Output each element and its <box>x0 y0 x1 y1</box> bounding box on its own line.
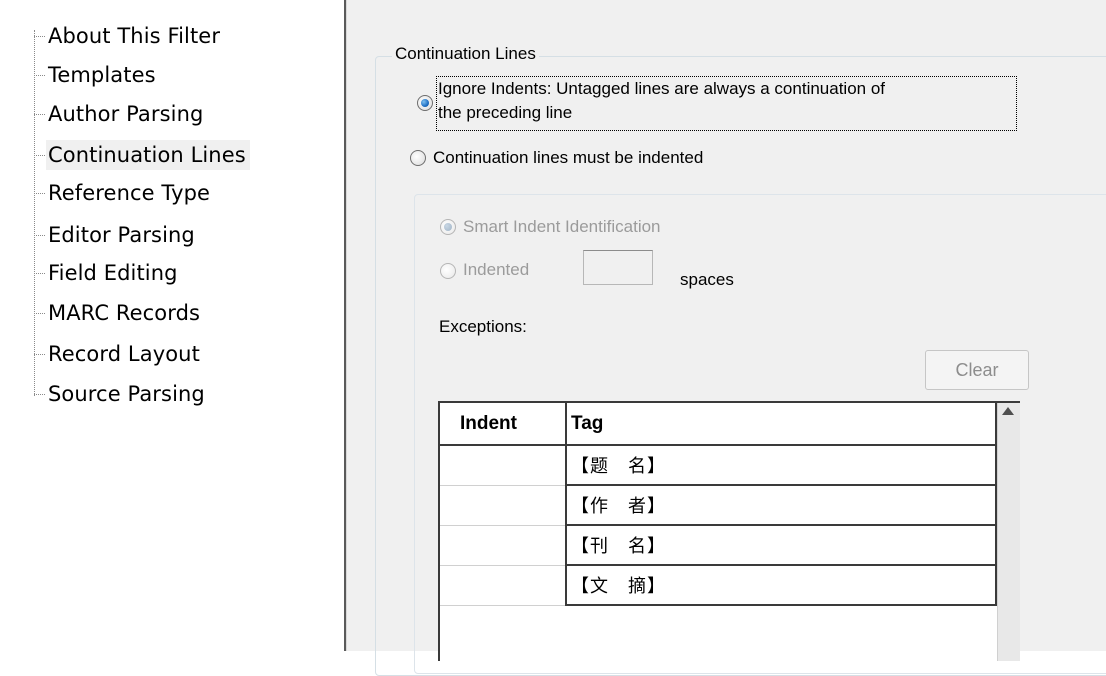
indented-label[interactable]: Indented <box>463 258 529 282</box>
group-title: Continuation Lines <box>392 43 539 65</box>
tree-item-editor-parsing[interactable]: Editor Parsing <box>34 220 199 250</box>
tag-cell[interactable]: 【题 名】 <box>566 445 997 486</box>
continuation-indented-radio[interactable] <box>410 150 426 166</box>
tag-cell[interactable]: 【作 者】 <box>566 485 997 526</box>
tree-item-label: Source Parsing <box>48 382 205 406</box>
continuation-indented-label[interactable]: Continuation lines must be indented <box>433 146 703 170</box>
tree-branch <box>34 393 45 395</box>
settings-tree: About This Filter Templates Author Parsi… <box>0 0 344 651</box>
tree-item-label: Author Parsing <box>48 102 204 126</box>
settings-panel: Continuation Lines Ignore Indents: Untag… <box>354 0 1106 676</box>
indent-cell[interactable] <box>440 485 567 526</box>
smart-indent-radio[interactable] <box>440 219 456 235</box>
tree-item-record-layout[interactable]: Record Layout <box>34 339 204 369</box>
spaces-label: spaces <box>680 270 734 289</box>
tree-item-about-this-filter[interactable]: About This Filter <box>34 21 224 51</box>
tag-cell[interactable]: 【刊 名】 <box>566 525 997 566</box>
indent-cell[interactable] <box>440 525 567 566</box>
tree-item-continuation-lines[interactable]: Continuation Lines <box>34 140 250 170</box>
indent-cell[interactable] <box>440 565 567 606</box>
tree-branch <box>34 154 45 156</box>
tree-item-author-parsing[interactable]: Author Parsing <box>34 99 207 129</box>
tree-branch <box>34 113 45 115</box>
tree-item-label: MARC Records <box>48 301 201 325</box>
tree-branch <box>34 353 45 355</box>
scroll-up-arrow-icon[interactable] <box>1002 407 1014 415</box>
ignore-indents-label-line1[interactable]: Ignore Indents: Untagged lines are alway… <box>438 78 885 100</box>
tree-item-templates[interactable]: Templates <box>34 60 160 90</box>
pane-splitter-edge <box>346 0 354 651</box>
tree-item-label: Templates <box>48 63 156 87</box>
tree-item-field-editing[interactable]: Field Editing <box>34 258 182 288</box>
table-row[interactable]: 【题 名】 <box>440 445 997 486</box>
tag-column-header[interactable]: Tag <box>566 403 997 446</box>
tree-item-label: Editor Parsing <box>48 223 195 247</box>
tree-item-source-parsing[interactable]: Source Parsing <box>34 379 209 409</box>
tree-branch <box>34 74 45 76</box>
tree-branch <box>34 272 45 274</box>
table-header-row: Indent Tag <box>440 403 997 446</box>
ignore-indents-label-line2[interactable]: the preceding line <box>438 102 572 124</box>
tree-item-reference-type[interactable]: Reference Type <box>34 178 214 208</box>
table-row[interactable]: 【作 者】 <box>440 485 997 526</box>
tree-item-label: Field Editing <box>48 261 178 285</box>
exceptions-label: Exceptions: <box>439 317 527 336</box>
clear-button[interactable]: Clear <box>925 350 1029 390</box>
tree-branch <box>34 192 45 194</box>
indent-spaces-input[interactable] <box>583 250 653 285</box>
exceptions-table: Indent Tag 【题 名】 【作 者】 【刊 名】 【文 摘】 <box>438 401 1020 661</box>
tree-branch <box>34 35 45 37</box>
table-row[interactable]: 【文 摘】 <box>440 565 997 606</box>
tag-cell[interactable]: 【文 摘】 <box>566 565 997 606</box>
tree-item-marc-records[interactable]: MARC Records <box>34 298 204 328</box>
indent-cell[interactable] <box>440 445 567 486</box>
tree-item-label: Reference Type <box>48 181 211 205</box>
smart-indent-label[interactable]: Smart Indent Identification <box>463 215 661 239</box>
tree-item-label: About This Filter <box>48 24 221 48</box>
tree-item-label: Continuation Lines <box>46 140 250 170</box>
indented-radio[interactable] <box>440 263 456 279</box>
table-row[interactable]: 【刊 名】 <box>440 525 997 566</box>
ignore-indents-radio[interactable] <box>417 95 433 111</box>
tree-item-label: Record Layout <box>48 342 200 366</box>
tree-branch <box>34 234 45 236</box>
tree-branch <box>34 312 45 314</box>
indent-column-header[interactable]: Indent <box>440 403 567 446</box>
table-vertical-scrollbar[interactable] <box>997 403 1020 661</box>
